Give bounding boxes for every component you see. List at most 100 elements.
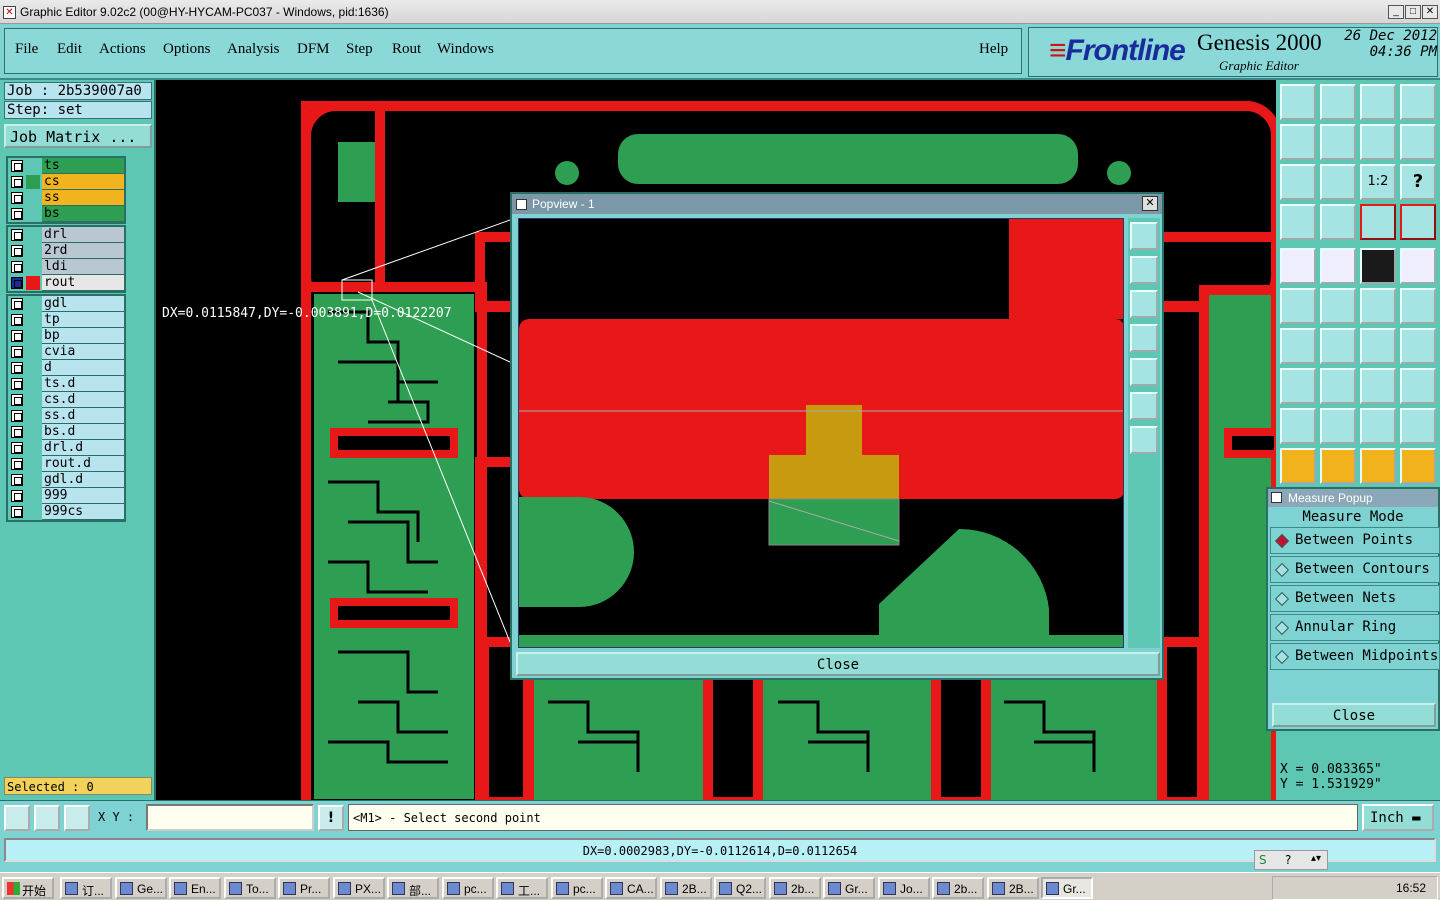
menu-file[interactable]: File	[15, 41, 38, 58]
taskbar-button[interactable]: Gr...	[1041, 877, 1093, 899]
select-net-icon[interactable]	[1400, 448, 1436, 484]
net-display-icon[interactable]	[1360, 204, 1396, 240]
layer-checkbox[interactable]	[11, 298, 23, 310]
option-between-nets[interactable]: Between Nets	[1270, 585, 1440, 612]
layer-row-2rd[interactable]: 2rd	[8, 243, 124, 259]
layer-checkbox[interactable]	[11, 410, 23, 422]
layer-row-drl[interactable]: drl	[8, 227, 124, 243]
window-grid-icon[interactable]	[1400, 84, 1436, 120]
layer-name[interactable]: 999cs	[42, 504, 124, 520]
segment-icon[interactable]	[1360, 288, 1396, 324]
popview-zoom-home-icon[interactable]	[1130, 392, 1158, 420]
distance-icon[interactable]	[1360, 368, 1396, 404]
select-circle-icon[interactable]	[1360, 448, 1396, 484]
menu-windows[interactable]: Windows	[437, 41, 494, 58]
layer-row-gdl-d[interactable]: gdl.d	[8, 472, 124, 488]
layer-name[interactable]: ts.d	[42, 376, 124, 392]
cross-icon[interactable]	[1320, 288, 1356, 324]
layer-row-cs-d[interactable]: cs.d	[8, 392, 124, 408]
connect-icon[interactable]	[1280, 288, 1316, 324]
view-top-icon[interactable]	[1280, 84, 1316, 120]
layer-checkbox[interactable]	[11, 330, 23, 342]
s-icon[interactable]: S	[1259, 853, 1267, 867]
undo-zoom-icon[interactable]	[1360, 124, 1396, 160]
pan-left-icon[interactable]	[1280, 124, 1316, 160]
taskbar-button[interactable]: En...	[169, 877, 221, 899]
line-tool-icon[interactable]	[1320, 248, 1356, 284]
layer-checkbox[interactable]	[11, 245, 23, 257]
pan-right-icon[interactable]	[1320, 124, 1356, 160]
taskbar-button[interactable]: 部...	[387, 877, 439, 899]
menu-options[interactable]: Options	[163, 41, 211, 58]
layer-checkbox[interactable]	[11, 458, 23, 470]
layer-name[interactable]: ts	[42, 158, 124, 174]
taskbar-button[interactable]: pc...	[551, 877, 603, 899]
popview-up-icon[interactable]	[1130, 256, 1158, 284]
layer-checkbox[interactable]	[11, 426, 23, 438]
layer-name[interactable]: ldi	[42, 259, 124, 275]
layer-checkbox[interactable]	[11, 277, 23, 289]
peak-up-icon[interactable]	[1360, 408, 1396, 444]
zoom-area-icon[interactable]	[4, 805, 30, 831]
popview-close-button[interactable]: Close	[516, 652, 1160, 676]
select-arrow-icon[interactable]	[1280, 448, 1316, 484]
menu-actions[interactable]: Actions	[99, 41, 146, 58]
menu-step[interactable]: Step	[346, 41, 373, 58]
popview-canvas[interactable]	[518, 218, 1124, 648]
pad-move-icon[interactable]	[1280, 368, 1316, 404]
layer-name[interactable]: bp	[42, 328, 124, 344]
ruler-icon[interactable]	[1360, 248, 1396, 284]
shapes-icon[interactable]	[1400, 368, 1436, 404]
popview-left-icon[interactable]	[1130, 324, 1158, 352]
layer-row-bs[interactable]: bs	[8, 206, 124, 222]
popview-layout-icon[interactable]	[1130, 222, 1158, 250]
taskbar-button[interactable]: Pr...	[278, 877, 330, 899]
layer-name[interactable]: rout.d	[42, 456, 124, 472]
menu-analysis[interactable]: Analysis	[227, 41, 280, 58]
layer-row-rout-d[interactable]: rout.d	[8, 456, 124, 472]
taskbar-button[interactable]: Gr...	[823, 877, 875, 899]
layer-name[interactable]: cs.d	[42, 392, 124, 408]
segment-end-icon[interactable]	[1400, 288, 1436, 324]
peak-icon[interactable]	[1320, 408, 1356, 444]
menu-help[interactable]: Help	[979, 41, 1008, 58]
circle-tool-icon[interactable]	[1400, 248, 1436, 284]
layer-name[interactable]: ss.d	[42, 408, 124, 424]
layer-row-bp[interactable]: bp	[8, 328, 124, 344]
exclamation-icon[interactable]: !	[318, 805, 344, 831]
view-bottom-icon[interactable]	[1320, 84, 1356, 120]
help-icon[interactable]: ?	[1400, 164, 1436, 200]
grid-snap-icon[interactable]	[64, 805, 90, 831]
taskbar-button[interactable]: 2b...	[932, 877, 984, 899]
layer-checkbox[interactable]	[11, 474, 23, 486]
layer-checkbox[interactable]	[11, 394, 23, 406]
layer-checkbox[interactable]	[11, 208, 23, 220]
help-small-icon[interactable]: ?	[1285, 853, 1291, 867]
ratio-icon[interactable]: 1:2	[1360, 164, 1396, 200]
layer-checkbox[interactable]	[11, 378, 23, 390]
layer-checkbox[interactable]	[11, 261, 23, 273]
option-annular-ring[interactable]: Annular Ring	[1270, 614, 1440, 641]
taskbar-button[interactable]: 2B...	[660, 877, 712, 899]
layer-row-rout[interactable]: rout	[8, 275, 124, 291]
layer-row-999[interactable]: 999	[8, 488, 124, 504]
layer-row-ts-d[interactable]: ts.d	[8, 376, 124, 392]
home-icon[interactable]	[1360, 84, 1396, 120]
layer-name[interactable]: gdl	[42, 296, 124, 312]
layer-row-ss-d[interactable]: ss.d	[8, 408, 124, 424]
layer-checkbox[interactable]	[11, 314, 23, 326]
layer-name[interactable]: tp	[42, 312, 124, 328]
layer-checkbox[interactable]	[11, 176, 23, 188]
layer-name[interactable]: cvia	[42, 344, 124, 360]
layer-row-cs[interactable]: cs	[8, 174, 124, 190]
net-highlight-icon[interactable]	[1400, 204, 1436, 240]
taskbar-button[interactable]: Q2...	[714, 877, 766, 899]
measure-icon[interactable]	[34, 805, 60, 831]
popview-zoom-fit-icon[interactable]	[1130, 426, 1158, 454]
peak-flat-icon[interactable]	[1400, 408, 1436, 444]
menu-edit[interactable]: Edit	[57, 41, 82, 58]
layer-row-ldi[interactable]: ldi	[8, 259, 124, 275]
option-between-points[interactable]: Between Points	[1270, 527, 1440, 554]
layer-checkbox[interactable]	[11, 490, 23, 502]
layer-checkbox[interactable]	[11, 362, 23, 374]
